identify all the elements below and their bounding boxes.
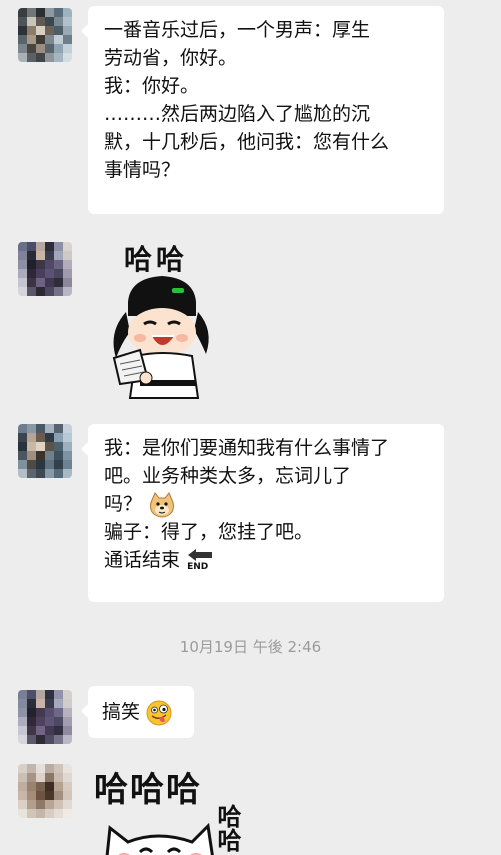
message-line: 一番音乐过后，一个男声：厚生: [104, 19, 371, 41]
avatar[interactable]: [18, 690, 72, 744]
end-arrow-icon: END: [186, 547, 214, 575]
doge-emoji-icon: [150, 491, 175, 518]
end-icon-label: END: [187, 561, 209, 572]
message-line: 默，十几秒后，他问我：您有什么: [104, 131, 390, 153]
silly-face-emoji-icon: [146, 700, 172, 725]
message-line: 我：你好。: [104, 75, 200, 97]
message-line: 骗子：得了，您挂了吧。: [104, 521, 314, 543]
sticker-caption: 哈哈哈: [94, 770, 202, 810]
message-bubble[interactable]: 我：是你们要通知我有什么事情了 吧。业务种类太多，忘词儿了 吗？ 骗子：得了，您…: [81, 424, 444, 602]
cat-face-icon: [105, 822, 214, 855]
message-bubble[interactable]: 搞笑: [81, 686, 194, 738]
avatar[interactable]: [18, 8, 72, 62]
message-line: 事情吗？: [104, 159, 181, 181]
scholar-cartoon-icon: [112, 276, 209, 399]
message-line-text: 搞笑: [102, 701, 141, 723]
haha-cat-sticker[interactable]: 哈哈哈 哈哈: [92, 760, 262, 855]
message-line: 通话结束 END: [104, 546, 428, 575]
avatar[interactable]: [18, 764, 72, 818]
message-line: 吗？: [104, 490, 428, 518]
message-line-text: 吗？: [104, 493, 143, 515]
message-line: 我：是你们要通知我有什么事情了: [104, 437, 390, 459]
message-bubble[interactable]: 一番音乐过后，一个男声：厚生 劳动省，你好。 我：你好。 ………然后两边陷入了尴…: [81, 6, 444, 214]
message-line: ………然后两边陷入了尴尬的沉: [104, 103, 371, 125]
avatar[interactable]: [18, 424, 72, 478]
message-line: 吧。业务种类太多，忘词儿了: [104, 465, 352, 487]
haha-sticker[interactable]: 哈哈: [100, 234, 230, 402]
message-line-text: 通话结束: [104, 549, 181, 571]
message-line: 搞笑: [102, 698, 180, 726]
timestamp: 10月19日 午後 2:46: [179, 638, 322, 656]
avatar[interactable]: [18, 242, 72, 296]
message-line: 劳动省，你好。: [104, 47, 238, 69]
